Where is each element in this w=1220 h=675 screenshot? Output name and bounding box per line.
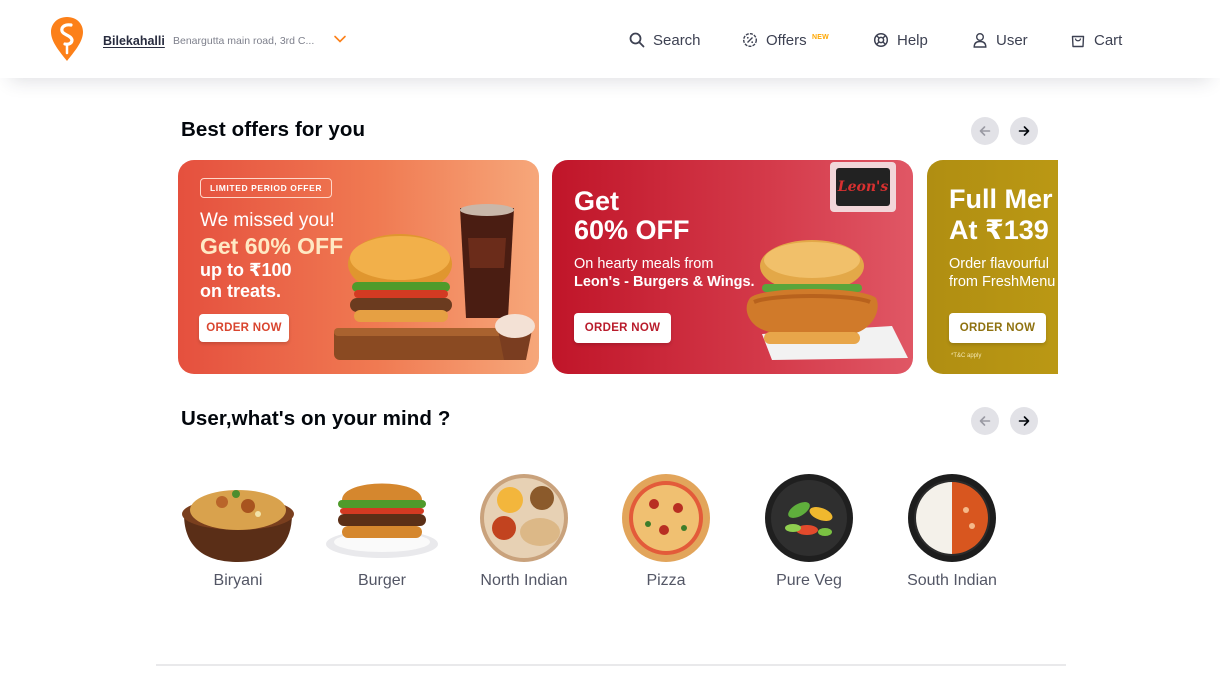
biryani-image (182, 490, 294, 562)
terms-note: *T&C apply (951, 353, 982, 359)
swiggy-logo[interactable] (50, 16, 84, 62)
mind-item-label: South Indian (907, 572, 997, 589)
offers-next-button[interactable] (1010, 117, 1038, 145)
north-indian-thali-image (480, 474, 568, 562)
mind-item-label: Pizza (646, 572, 686, 589)
offer-headline: Get 60% OFF (200, 233, 344, 259)
order-now-button[interactable]: ORDER NOW (949, 313, 1046, 343)
nav-search-label: Search (653, 31, 701, 49)
search-icon (629, 32, 645, 48)
mind-item-label: Pure Veg (776, 572, 842, 589)
location-name[interactable]: Bilekahalli (103, 34, 165, 48)
order-now-button[interactable]: ORDER NOW (199, 314, 289, 342)
arrow-right-icon (1018, 126, 1030, 136)
nav-user-label: User (996, 31, 1028, 49)
offers-prev-button[interactable] (971, 117, 999, 145)
offer-headline: Get (574, 186, 620, 216)
arrow-left-icon (979, 416, 991, 426)
nav-cart[interactable]: Cart (1070, 28, 1122, 52)
pizza-image (622, 474, 710, 562)
cart-icon (1071, 35, 1085, 48)
offer-headline: At ₹139 (949, 215, 1049, 245)
mind-item-label: North Indian (480, 572, 568, 589)
burger-drink-illustration (334, 204, 535, 360)
arrow-right-icon (1018, 416, 1030, 426)
offer-card[interactable]: LIMITED PERIOD OFFER We missed you! Get … (178, 160, 539, 374)
arrow-left-icon (979, 126, 991, 136)
chevron-down-icon[interactable] (333, 32, 347, 46)
mind-next-button[interactable] (1010, 407, 1038, 435)
help-icon (873, 32, 889, 48)
location-address[interactable]: Benargutta main road, 3rd C... (173, 35, 328, 47)
offer-card[interactable]: Full Mer At ₹139 Order flavourful from F… (927, 160, 1058, 374)
nav-search[interactable]: Search (629, 28, 701, 52)
offers-section-title: Best offers for you (181, 118, 366, 141)
offer-line: up to ₹100 (200, 260, 292, 280)
nav-offers-label: Offers (766, 31, 807, 49)
south-indian-bowl-image (908, 474, 996, 562)
mind-item-label: Biryani (213, 572, 263, 589)
mind-item-label: Burger (357, 572, 407, 589)
offer-line: on treats. (200, 281, 282, 301)
offer-tag: LIMITED PERIOD OFFER (200, 178, 333, 198)
top-header: Bilekahalli Benargutta main road, 3rd C.… (0, 0, 1220, 78)
order-now-button[interactable]: ORDER NOW (574, 313, 671, 343)
offer-line: On hearty meals from (574, 256, 714, 272)
nav-cart-label: Cart (1094, 31, 1123, 49)
offer-line: Leon's - Burgers & Wings. (574, 274, 755, 290)
nav-help[interactable]: Help (873, 28, 928, 52)
offers-carousel[interactable]: LIMITED PERIOD OFFER We missed you! Get … (178, 160, 1058, 374)
section-divider (156, 664, 1066, 666)
new-badge: NEW (812, 34, 829, 41)
user-icon (973, 33, 987, 48)
offer-line: We missed you! (200, 210, 335, 231)
offer-headline: 60% OFF (574, 215, 690, 245)
nav-user[interactable]: User (972, 28, 1028, 52)
pure-veg-bowl-image (765, 474, 853, 562)
leons-logo: Leon's (830, 162, 896, 212)
mind-section-title: User,what's on your mind ? (181, 407, 451, 430)
nav-help-label: Help (897, 31, 928, 49)
offer-card[interactable]: Leon's Get 60% OFF On hearty meals from … (552, 160, 913, 374)
offers-icon (742, 32, 758, 48)
burger-image (326, 483, 438, 558)
mind-prev-button[interactable] (971, 407, 999, 435)
offer-headline: Full Mer (949, 184, 1053, 214)
offer-line: from FreshMenu (949, 274, 1056, 290)
nav-offers[interactable]: Offers (742, 28, 807, 52)
offer-line: Order flavourful (949, 256, 1049, 272)
fried-chicken-burger-illustration (746, 240, 908, 360)
